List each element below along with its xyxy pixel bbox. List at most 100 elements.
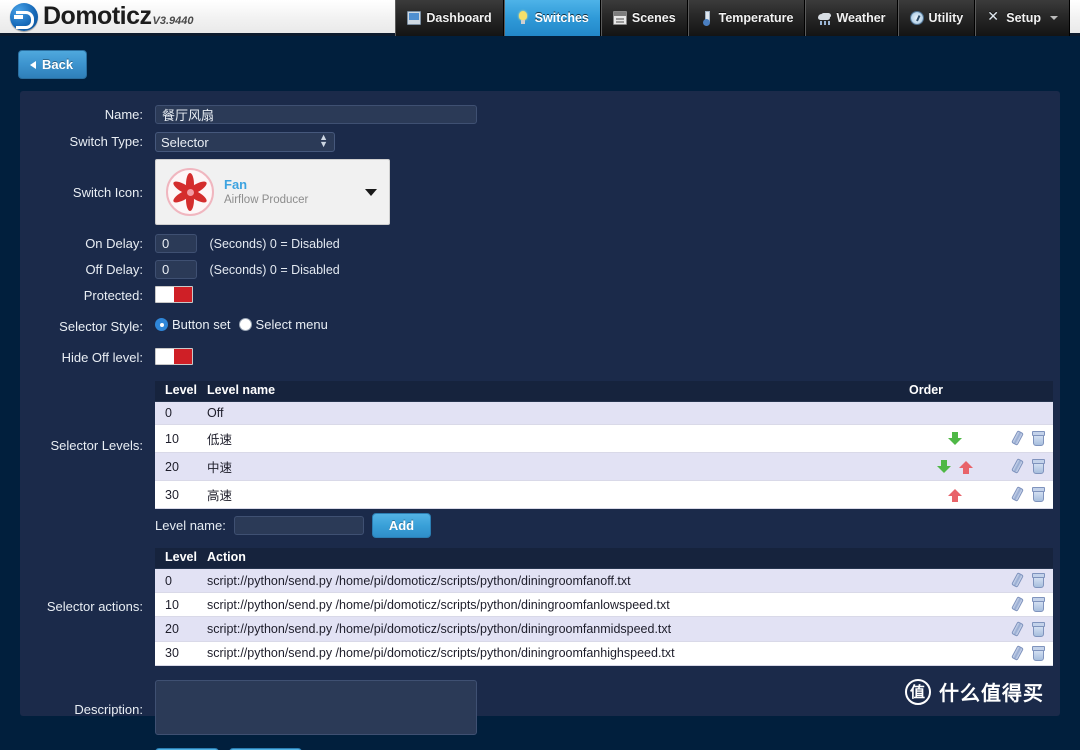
edit-icon[interactable]: [1010, 597, 1023, 612]
field-row-description: Description:: [20, 679, 1060, 740]
nav-item-scenes[interactable]: Scenes: [600, 0, 688, 36]
level-value: 0: [155, 401, 199, 425]
action-value: script://python/send.py /home/pi/domotic…: [199, 592, 1001, 618]
field-row-selector-style: Selector Style: Button set Select menu: [20, 317, 1060, 336]
label-hide-off-level: Hide Off level:: [61, 350, 143, 365]
radio-button-set[interactable]: [155, 318, 168, 331]
switch-type-select[interactable]: Selector: [155, 132, 335, 152]
switch-edit-panel: Name: Switch Type: Selector ▲▼ Switch Ic…: [20, 91, 1060, 750]
edit-icon[interactable]: [1010, 459, 1023, 474]
fan-icon: [166, 168, 214, 216]
delete-icon[interactable]: [1031, 431, 1045, 447]
on-delay-hint: (Seconds) 0 = Disabled: [209, 237, 340, 251]
field-row-protected: Protected:: [20, 286, 1060, 307]
nav-item-utility[interactable]: Utility: [897, 0, 976, 36]
level-value: 20: [155, 452, 199, 481]
field-row-name: Name:: [20, 105, 1060, 125]
brand-name: Domoticz: [43, 2, 152, 30]
protected-toggle[interactable]: [155, 286, 193, 303]
nav-item-temperature[interactable]: Temperature: [687, 0, 806, 36]
level-value: 20: [155, 616, 199, 642]
table-row: 0 Off: [155, 401, 1053, 425]
nav-label-utility: Utility: [928, 11, 964, 25]
action-value: script://python/send.py /home/pi/domotic…: [199, 568, 1001, 594]
level-value: 10: [155, 424, 199, 453]
edit-icon[interactable]: [1010, 646, 1023, 661]
field-row-switch-icon: Switch Icon: Fan Airflow Producer: [20, 159, 1060, 225]
off-delay-hint: (Seconds) 0 = Disabled: [209, 263, 340, 277]
switch-icon-subtitle: Airflow Producer: [224, 193, 309, 206]
actions-cell: [1001, 616, 1053, 642]
description-textarea[interactable]: [155, 679, 477, 735]
back-button-label: Back: [42, 57, 74, 72]
label-switch-icon: Switch Icon:: [72, 184, 143, 200]
label-selector-style: Selector Style:: [59, 319, 143, 334]
selector-levels-table: Level Level name Order 0 Off 10 低速 20 中速…: [155, 381, 1053, 509]
chevron-down-icon: [1050, 16, 1058, 20]
field-row-hide-off-level: Hide Off level:: [20, 348, 1060, 369]
chevron-down-icon: [365, 189, 377, 196]
add-level-row: Level name: Add: [20, 513, 1060, 538]
off-delay-input[interactable]: [155, 260, 197, 279]
monitor-icon: [407, 11, 422, 25]
nav-label-weather: Weather: [836, 11, 886, 25]
col-order: Order: [909, 381, 1001, 402]
table-row: 10 script://python/send.py /home/pi/domo…: [155, 592, 1053, 618]
nav-item-dashboard[interactable]: Dashboard: [395, 0, 504, 36]
move-up-icon[interactable]: [948, 488, 962, 502]
delete-icon[interactable]: [1031, 597, 1045, 613]
table-row: 20 script://python/send.py /home/pi/domo…: [155, 616, 1053, 642]
delete-icon[interactable]: [1031, 573, 1045, 589]
nav-item-switches[interactable]: Switches: [503, 0, 601, 36]
hide-off-level-toggle[interactable]: [155, 348, 193, 365]
table-row: 20 中速: [155, 452, 1053, 481]
radio-label-button-set: Button set: [172, 317, 231, 332]
radio-label-select-menu: Select menu: [255, 317, 328, 332]
switch-icon-picker[interactable]: Fan Airflow Producer: [155, 159, 390, 225]
level-name: 高速: [199, 480, 909, 509]
col-action: Action: [199, 548, 1001, 569]
field-row-off-delay: Off Delay: (Seconds) 0 = Disabled: [20, 260, 1060, 279]
delete-icon[interactable]: [1031, 621, 1045, 637]
field-row-selector-levels: Selector Levels: Level Level name Order …: [20, 381, 1060, 509]
table-header-row: Level Level name Order: [155, 381, 1053, 402]
label-protected: Protected:: [83, 288, 143, 303]
nav-label-setup: Setup: [1006, 11, 1041, 25]
label-on-delay: On Delay:: [85, 236, 143, 251]
main-nav: Dashboard Switches Scenes Temperature We…: [395, 0, 1080, 36]
level-value: 30: [155, 641, 199, 666]
edit-icon[interactable]: [1010, 622, 1023, 637]
watermark: 值 什么值得买: [905, 677, 1044, 706]
nav-label-dashboard: Dashboard: [426, 11, 492, 25]
actions-cell: [1001, 424, 1053, 453]
edit-icon[interactable]: [1010, 431, 1023, 446]
col-level: Level: [155, 548, 199, 569]
nav-item-setup[interactable]: Setup: [975, 0, 1070, 36]
name-input[interactable]: [155, 105, 477, 124]
edit-icon[interactable]: [1010, 487, 1023, 502]
version-label: V3.9440: [152, 15, 194, 27]
edit-icon[interactable]: [1010, 573, 1023, 588]
add-level-button[interactable]: Add: [371, 513, 432, 538]
action-value: script://python/send.py /home/pi/domotic…: [199, 641, 1001, 666]
level-name: 低速: [199, 424, 909, 453]
delete-icon[interactable]: [1031, 645, 1045, 661]
level-name-input[interactable]: [233, 516, 364, 535]
selector-actions-table: Level Action 0 script://python/send.py /…: [155, 548, 1053, 666]
move-down-icon[interactable]: [937, 459, 952, 474]
lightbulb-icon: [516, 11, 530, 25]
delete-icon[interactable]: [1031, 487, 1045, 503]
nav-label-scenes: Scenes: [631, 11, 676, 25]
back-button-area: Back: [0, 36, 1080, 79]
radio-select-menu[interactable]: [238, 318, 252, 331]
field-row-switch-type: Switch Type: Selector ▲ ▼: [20, 132, 1060, 152]
col-actions: [1001, 548, 1053, 569]
tools-icon: [987, 8, 1001, 25]
move-down-icon[interactable]: [948, 431, 962, 446]
delete-icon[interactable]: [1031, 459, 1045, 475]
nav-item-weather[interactable]: Weather: [805, 0, 898, 36]
back-button[interactable]: Back: [18, 50, 88, 79]
col-level-name: Level name: [199, 381, 909, 402]
on-delay-input[interactable]: [155, 234, 197, 253]
move-up-icon[interactable]: [959, 460, 973, 474]
